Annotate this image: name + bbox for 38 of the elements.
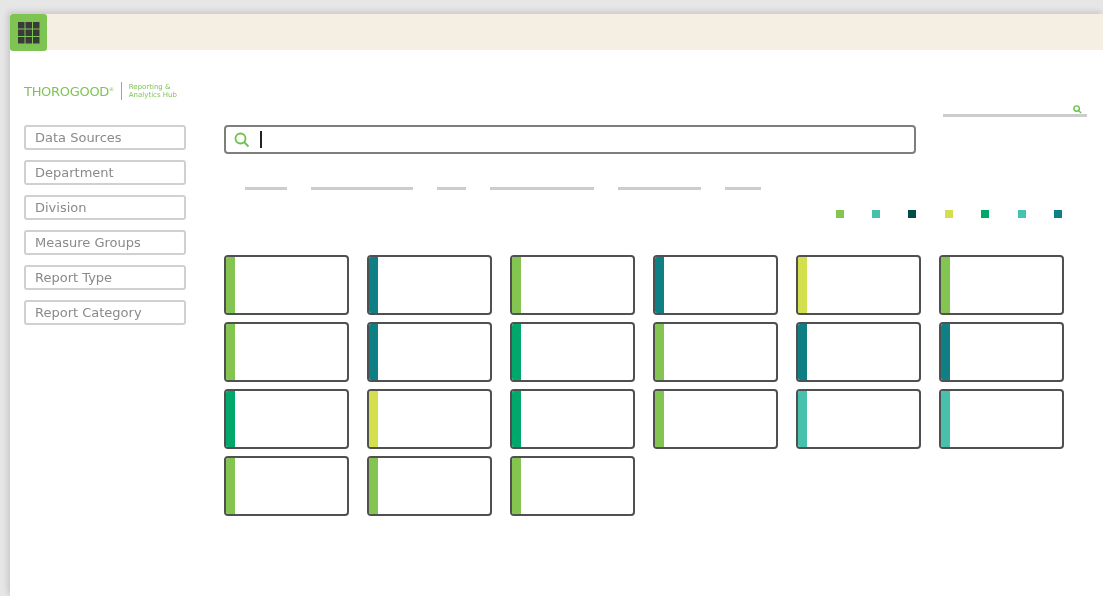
app-menu-button[interactable]	[10, 14, 47, 51]
report-card[interactable]	[939, 255, 1064, 315]
filter-button[interactable]: Department	[24, 160, 186, 185]
filter-button[interactable]: Data Sources	[24, 125, 186, 150]
report-card[interactable]	[796, 389, 921, 449]
grid-icon	[17, 21, 40, 44]
report-card[interactable]	[224, 389, 349, 449]
search-icon	[234, 131, 250, 148]
placeholder-bar	[245, 187, 287, 190]
report-card[interactable]	[796, 255, 921, 315]
placeholder-bar	[725, 187, 761, 190]
brand-logo: THOROGOOD$^{®}$	[24, 83, 114, 100]
filter-button[interactable]: Report Type	[24, 265, 186, 290]
report-card[interactable]	[796, 322, 921, 382]
report-card[interactable]	[653, 322, 778, 382]
report-card[interactable]	[510, 456, 635, 516]
report-card[interactable]	[367, 456, 492, 516]
report-card[interactable]	[510, 389, 635, 449]
report-card[interactable]	[224, 322, 349, 382]
report-card[interactable]	[367, 322, 492, 382]
search-field[interactable]	[224, 125, 916, 154]
report-card[interactable]	[939, 322, 1064, 382]
filter-button[interactable]: Report Category	[24, 300, 186, 325]
filter-button[interactable]: Measure Groups	[24, 230, 186, 255]
search-icon	[1073, 105, 1082, 114]
report-card[interactable]	[510, 322, 635, 382]
text-cursor	[260, 131, 262, 148]
report-card[interactable]	[367, 255, 492, 315]
report-card[interactable]	[367, 389, 492, 449]
report-card[interactable]	[224, 255, 349, 315]
report-card[interactable]	[653, 255, 778, 315]
report-card[interactable]	[653, 389, 778, 449]
filter-button[interactable]: Division	[24, 195, 186, 220]
report-card[interactable]	[224, 456, 349, 516]
search-field[interactable]	[943, 105, 1087, 117]
report-card[interactable]	[510, 255, 635, 315]
report-card[interactable]	[939, 389, 1064, 449]
placeholder-bar	[437, 187, 466, 190]
